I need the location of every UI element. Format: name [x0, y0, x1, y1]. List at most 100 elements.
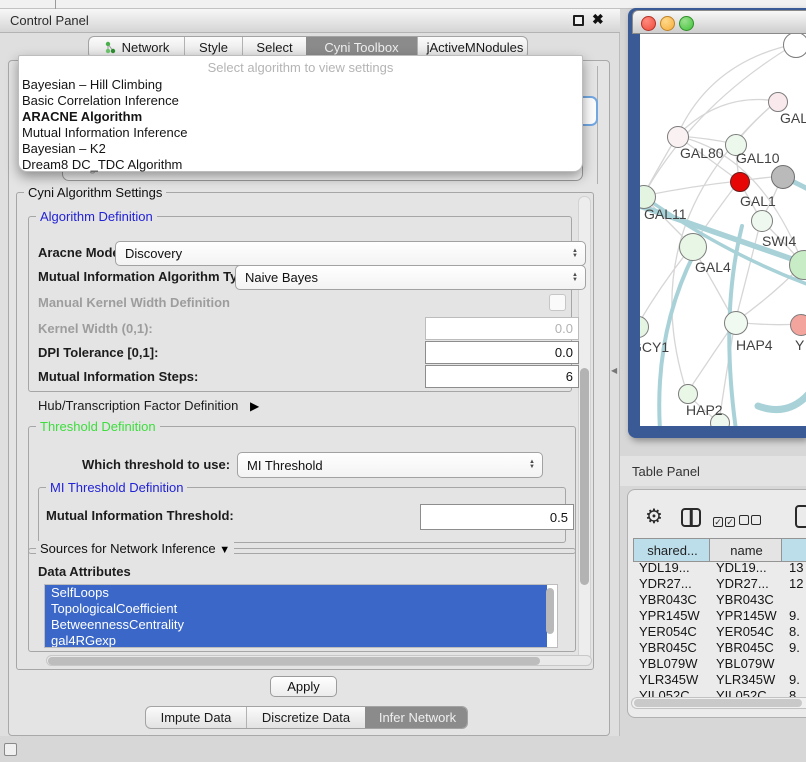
algorithm-option[interactable]: Bayesian – Hill Climbing: [19, 77, 582, 93]
network-window-titlebar[interactable]: [632, 10, 806, 34]
sources-group-title[interactable]: Sources for Network Inference ▼: [36, 541, 234, 556]
mi-threshold-field[interactable]: 0.5: [420, 504, 574, 530]
table-cell: 13: [783, 560, 806, 576]
network-node[interactable]: [751, 210, 773, 232]
network-node[interactable]: [724, 311, 748, 335]
tab-infer-network[interactable]: Infer Network: [365, 707, 468, 728]
apply-button[interactable]: Apply: [270, 676, 337, 697]
column-header-shared...[interactable]: shared...: [633, 538, 712, 562]
column-header-partial[interactable]: [781, 538, 806, 562]
tab-label: Network: [122, 40, 170, 55]
network-edge[interactable]: [643, 181, 739, 196]
network-node[interactable]: [768, 92, 788, 112]
network-node[interactable]: [783, 34, 806, 58]
kernel-width-field[interactable]: 0.0: [425, 317, 579, 340]
float-panel-icon[interactable]: [573, 15, 584, 26]
toolbar-divider: [55, 0, 56, 9]
network-node-label: HAP2: [686, 402, 723, 418]
algorithm-option[interactable]: Basic Correlation Inference: [19, 93, 582, 109]
hub-definition-label: Hub/Transcription Factor Definition: [38, 398, 238, 413]
algorithm-option[interactable]: Mutual Information Inference: [19, 125, 582, 141]
algorithm-option[interactable]: Bayesian – K2: [19, 141, 582, 157]
mi-steps-field[interactable]: 6: [425, 365, 579, 388]
table-cell: YBR045C: [710, 640, 783, 656]
hub-definition-expander[interactable]: Hub/Transcription Factor Definition ▶: [38, 398, 259, 413]
deselect-columns-icon[interactable]: [739, 512, 761, 530]
which-threshold-value: MI Threshold: [247, 458, 323, 473]
splitter-collapse-icon[interactable]: ◀: [611, 366, 617, 375]
select-all-columns-icon[interactable]: ✓✓: [713, 512, 735, 530]
network-edge[interactable]: [677, 99, 777, 136]
dpi-tolerance-field[interactable]: 0.0: [425, 341, 579, 364]
table-hscrollbar-thumb[interactable]: [634, 699, 802, 707]
which-threshold-combobox[interactable]: MI Threshold ▲▼: [237, 452, 543, 478]
application-window: Control Panel ✖ NetworkStyleSelectCyni T…: [0, 0, 806, 762]
attributes-list-scrollbar-thumb[interactable]: [546, 588, 554, 634]
expand-right-icon[interactable]: ▶: [250, 399, 259, 413]
manual-kernel-checkbox[interactable]: [549, 294, 566, 311]
attribute-item[interactable]: gal4RGexp: [45, 633, 547, 648]
table-row[interactable]: YBL079WYBL079W: [633, 656, 806, 672]
column-header-name[interactable]: name: [709, 538, 784, 562]
table-cell: YPR145W: [710, 608, 783, 624]
column-view-icon[interactable]: [681, 508, 701, 527]
network-node[interactable]: [678, 384, 698, 404]
table-cell: YBL079W: [633, 656, 710, 672]
tab-label: jActiveMNodules: [427, 40, 524, 55]
collapse-down-icon[interactable]: ▼: [219, 544, 230, 556]
table-cell: 9.: [783, 672, 806, 688]
minimize-traffic-light-icon[interactable]: [660, 16, 675, 31]
tab-label: Impute Data: [161, 710, 232, 725]
table-cell: YDL19...: [633, 560, 710, 576]
table-cell: YBR043C: [633, 592, 710, 608]
tab-label: Discretize Data: [262, 710, 350, 725]
settings-scrollbar-thumb[interactable]: [580, 368, 589, 585]
close-icon[interactable]: ✖: [592, 11, 604, 28]
close-traffic-light-icon[interactable]: [641, 16, 656, 31]
aracne-mode-label: Aracne Mode:: [38, 245, 124, 260]
settings-hscrollbar-thumb[interactable]: [48, 657, 540, 665]
combobox-arrows-icon: ▲▼: [529, 460, 535, 470]
table-row[interactable]: YDL19...YDL19...13: [633, 560, 806, 576]
mi-steps-label: Mutual Information Steps:: [38, 369, 198, 384]
tab-label: Select: [256, 40, 292, 55]
table-cell: [783, 592, 806, 608]
network-node[interactable]: [730, 172, 750, 192]
network-node-label: GAL80: [680, 145, 724, 161]
table-function-icon[interactable]: [795, 505, 806, 528]
network-node-label: GAL: [780, 110, 806, 126]
mi-threshold-value: 0.5: [550, 510, 568, 525]
mi-type-label: Mutual Information Algorithm Type:: [38, 269, 257, 284]
mi-type-combobox[interactable]: Naive Bayes ▲▼: [235, 265, 586, 290]
algorithm-option[interactable]: Dream8 DC_TDC Algorithm: [19, 157, 582, 173]
network-edge[interactable]: [677, 44, 795, 136]
dropdown-item-list: Bayesian – Hill ClimbingBasic Correlatio…: [19, 77, 582, 173]
table-row[interactable]: YPR145WYPR145W9.: [633, 608, 806, 624]
table-settings-gear-icon[interactable]: ⚙: [645, 507, 663, 527]
table-row[interactable]: YDR27...YDR27...12: [633, 576, 806, 592]
network-icon: [104, 41, 117, 54]
zoom-traffic-light-icon[interactable]: [679, 16, 694, 31]
table-row[interactable]: YBR045CYBR045C9.: [633, 640, 806, 656]
network-node[interactable]: [679, 233, 707, 261]
cyni-mode-tabbar: Impute Data Discretize Data Infer Network: [145, 706, 468, 729]
aracne-mode-value: Discovery: [125, 246, 182, 261]
attribute-item[interactable]: SelfLoops: [45, 585, 547, 601]
aracne-mode-combobox[interactable]: Discovery ▲▼: [115, 241, 586, 266]
tab-discretize-data[interactable]: Discretize Data: [246, 707, 365, 728]
table-row[interactable]: YER054CYER054C8.: [633, 624, 806, 640]
network-view-canvas[interactable]: GALGAL80GAL10GAL1GAL11GAL4SWI4GCY1HAP4YH…: [640, 34, 806, 426]
attribute-item[interactable]: TopologicalCoefficient: [45, 601, 547, 617]
algorithm-option[interactable]: ARACNE Algorithm: [19, 109, 582, 125]
table-row[interactable]: YLR345WYLR345W9.: [633, 672, 806, 688]
table-row[interactable]: YBR043CYBR043C: [633, 592, 806, 608]
tab-impute-data[interactable]: Impute Data: [146, 707, 246, 728]
minimized-panel-icon[interactable]: [4, 743, 17, 756]
data-attributes-list[interactable]: SelfLoopsTopologicalCoefficientBetweenne…: [44, 584, 558, 648]
threshold-definition-title: Threshold Definition: [36, 419, 160, 434]
attribute-item[interactable]: BetweennessCentrality: [45, 617, 547, 633]
table-cell: YER054C: [633, 624, 710, 640]
network-node[interactable]: [771, 165, 795, 189]
network-node[interactable]: [790, 314, 806, 336]
network-edge-highlighted[interactable]: [758, 390, 806, 410]
